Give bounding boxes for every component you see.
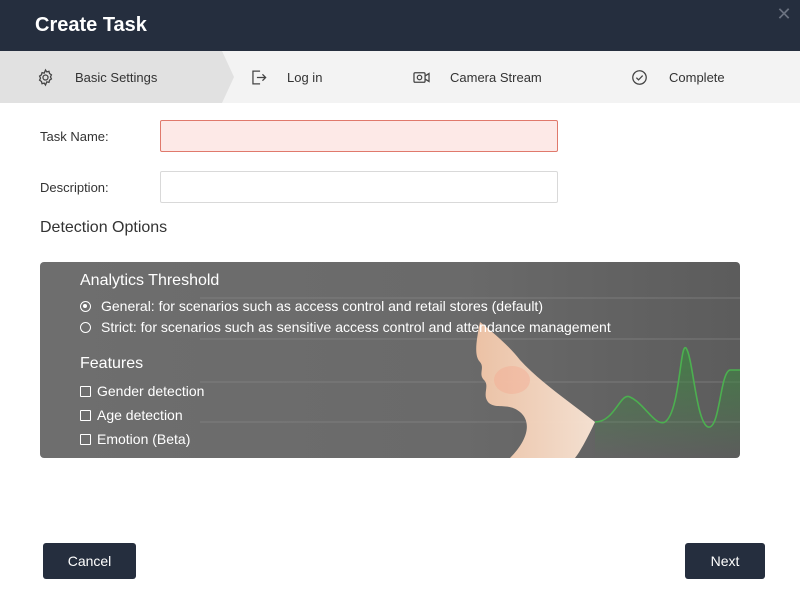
threshold-strict-label: Strict: for scenarios such as sensitive … bbox=[101, 319, 611, 335]
login-icon bbox=[249, 68, 268, 87]
step-label: Camera Stream bbox=[450, 69, 542, 85]
detection-options-panel: Analytics Threshold General: for scenari… bbox=[40, 262, 740, 458]
emotion-detection-option[interactable]: Emotion (Beta) bbox=[80, 431, 190, 447]
radio-unselected[interactable] bbox=[80, 321, 91, 333]
emotion-detection-checkbox[interactable] bbox=[80, 433, 91, 445]
task-name-label: Task Name: bbox=[40, 129, 109, 144]
task-name-input[interactable] bbox=[160, 120, 558, 152]
emotion-detection-label: Emotion (Beta) bbox=[97, 431, 191, 447]
cancel-button[interactable]: Cancel bbox=[43, 543, 136, 579]
step-camera-stream: Camera Stream bbox=[412, 51, 542, 103]
next-button[interactable]: Next bbox=[685, 543, 765, 579]
features-heading: Features bbox=[80, 355, 144, 372]
threshold-general-option[interactable]: General: for scenarios such as access co… bbox=[80, 298, 543, 314]
age-detection-label: Age detection bbox=[97, 407, 183, 423]
threshold-strict-option[interactable]: Strict: for scenarios such as sensitive … bbox=[80, 319, 611, 335]
close-icon[interactable]: ✕ bbox=[776, 5, 792, 23]
step-basic-settings: Basic Settings bbox=[36, 51, 157, 103]
step-label: Basic Settings bbox=[75, 69, 158, 85]
gear-icon bbox=[36, 68, 55, 87]
age-detection-option[interactable]: Age detection bbox=[80, 407, 183, 423]
gender-detection-checkbox[interactable] bbox=[80, 385, 91, 397]
age-detection-checkbox[interactable] bbox=[80, 409, 91, 421]
wizard-steps: Basic Settings Log in Camera Stream Comp… bbox=[0, 51, 800, 103]
step-arrow bbox=[222, 51, 234, 103]
title-bar: Create Task ✕ bbox=[0, 0, 800, 51]
threshold-general-label: General: for scenarios such as access co… bbox=[101, 298, 543, 314]
gender-detection-label: Gender detection bbox=[97, 383, 205, 399]
description-input[interactable] bbox=[160, 171, 558, 203]
camera-icon bbox=[412, 68, 431, 87]
description-label: Description: bbox=[40, 180, 109, 195]
analytics-threshold-heading: Analytics Threshold bbox=[80, 272, 220, 289]
radio-selected[interactable] bbox=[80, 300, 91, 312]
check-circle-icon bbox=[630, 68, 649, 87]
window-title: Create Task bbox=[35, 14, 147, 36]
step-label: Complete bbox=[669, 69, 725, 85]
gender-detection-option[interactable]: Gender detection bbox=[80, 383, 204, 399]
face-analytics-illustration bbox=[200, 297, 740, 458]
step-complete: Complete bbox=[630, 51, 725, 103]
detection-options-heading: Detection Options bbox=[40, 219, 168, 236]
step-log-in: Log in bbox=[249, 51, 322, 103]
step-label: Log in bbox=[287, 69, 323, 85]
